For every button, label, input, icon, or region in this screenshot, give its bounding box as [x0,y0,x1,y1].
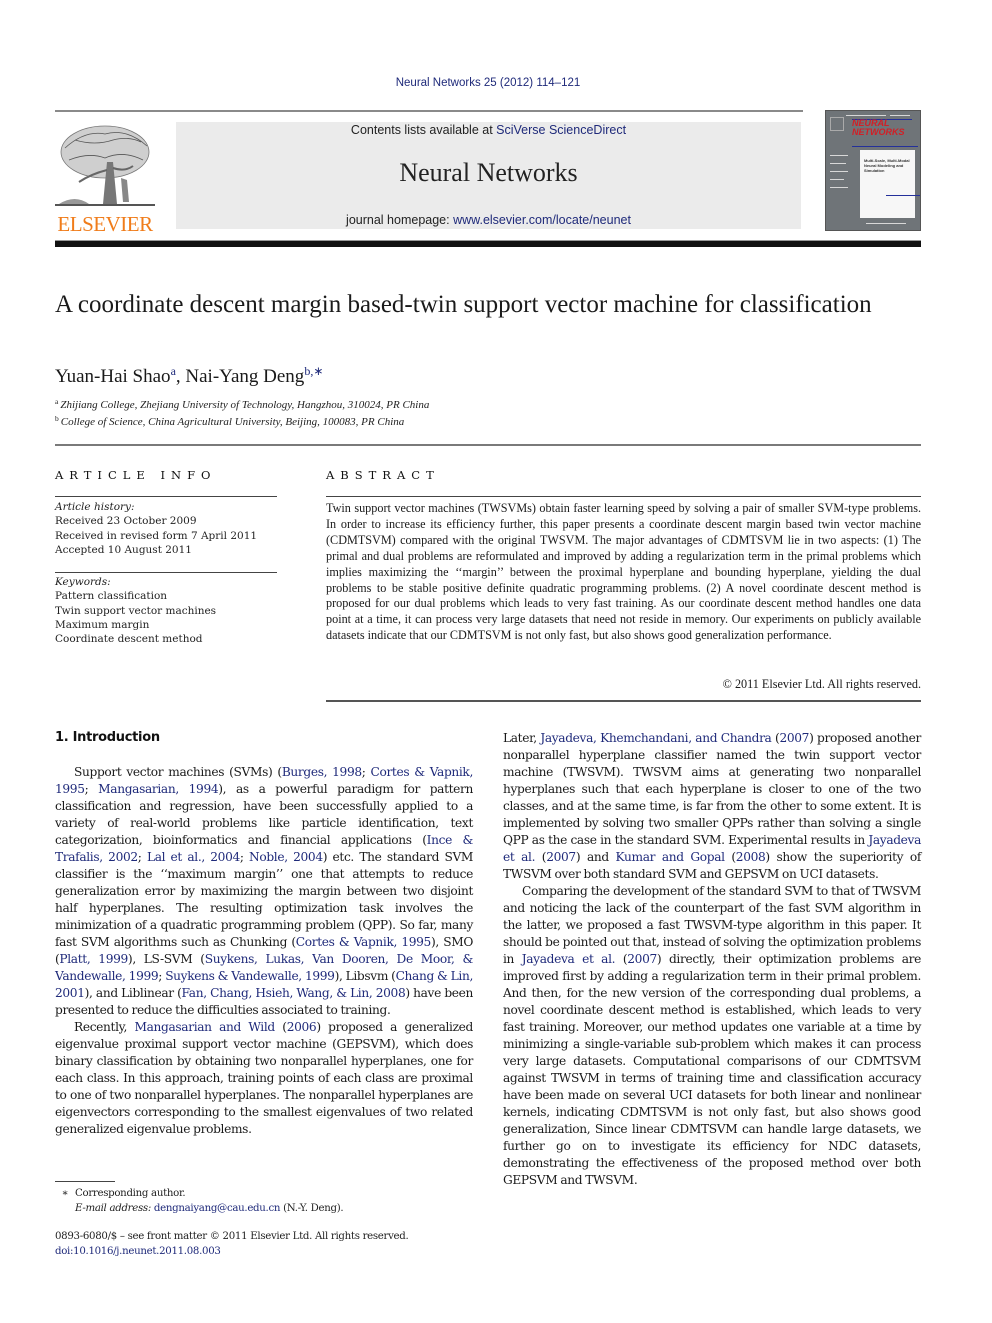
keywords: Keywords: Pattern classification Twin su… [55,575,216,646]
cover-detail [890,115,910,116]
keyword-item: Maximum margin [55,618,150,631]
cover-detail [846,115,886,116]
author-list: Yuan-Hai Shaoa, Nai-Yang Dengb,∗ [55,364,324,387]
article-info-rule [55,572,277,573]
citation-link[interactable]: Burges, 1998 [282,765,362,779]
email-link[interactable]: dengnaiyang@cau.edu.cn [154,1203,281,1214]
cover-detail [830,179,844,180]
citation-link[interactable]: 2006 [287,1020,317,1034]
paragraph: Later, Jayadeva, Khemchandani, and Chand… [503,731,921,881]
citation-link[interactable]: 2008 [736,850,766,864]
cover-detail [830,163,846,164]
right-column: Later, Jayadeva, Khemchandani, and Chand… [503,730,921,1189]
section-heading-introduction: 1. Introduction [55,730,160,745]
citation-link[interactable]: Suykens & Vandewalle, 1999 [165,969,335,983]
cover-detail [830,171,848,172]
citation-link[interactable]: 2007 [546,850,576,864]
header-top-rule [55,110,803,112]
elsevier-wordmark: ELSEVIER [57,212,153,236]
article-history: Article history: Received 23 October 200… [55,500,257,557]
paragraph: Comparing the development of the standar… [503,884,921,1187]
citation-link[interactable]: Mangasarian, 1994 [98,782,218,796]
abstract-bottom-rule [326,700,921,702]
cover-panel-text: Multi-Scale, Multi-Modal Neural Modeling… [864,158,910,173]
history-item: Accepted 10 August 2011 [55,543,192,556]
citation-link[interactable]: Noble, 2004 [249,850,323,864]
elsevier-tree-icon [55,125,155,206]
elsevier-logo: ELSEVIER [55,122,155,236]
author-name: Yuan-Hai Shao [55,366,171,387]
cover-title: NEURAL NETWORKS [852,118,905,137]
article-history-label: Article history: [55,501,135,513]
footnote: ∗ Corresponding author. E-mail address: d… [55,1186,344,1216]
history-item: Received in revised form 7 April 2011 [55,529,258,542]
header-thick-rule [55,240,921,247]
footnote-rule [55,1181,115,1182]
citation-link[interactable]: Jayadeva, Khemchandani, and Chandra [540,731,772,745]
citation-link[interactable]: 2007 [779,731,809,745]
history-item: Received 23 October 2009 [55,515,197,528]
citation-link[interactable]: Jayadeva et al. [522,952,616,966]
author-affiliation-marker[interactable]: b,∗ [304,364,323,378]
citation-link[interactable]: Cortes & Vapnik, 1995 [296,935,432,949]
article-title: A coordinate descent margin based-twin s… [55,291,872,318]
cover-detail [830,155,848,156]
affiliation: b College of Science, China Agricultural … [55,414,405,428]
journal-name: Neural Networks [399,158,578,187]
affiliation: a Zhijiang College, Zhejiang University o… [55,397,430,411]
keyword-item: Pattern classification [55,590,168,603]
abstract-rule [326,496,921,497]
abstract-heading: ABSTRACT [326,468,440,482]
journal-reference-link[interactable]: Neural Networks 25 (2012) 114–121 [0,77,976,89]
doi-link[interactable]: doi:10.1016/j.neunet.2011.08.003 [55,1246,221,1257]
abstract-text: Twin support vector machines (TWSVMs) ob… [326,501,921,643]
citation-link[interactable]: Kumar and Gopal [616,850,726,864]
cover-logo-icon [830,117,844,131]
footnote-marker: ∗ [61,1188,69,1199]
keyword-item: Coordinate descent method [55,633,203,646]
cover-detail [830,187,848,188]
author-name: Nai-Yang Deng [185,366,305,387]
abstract-copyright: © 2011 Elsevier Ltd. All rights reserved… [722,677,921,691]
cover-rule [852,146,918,147]
keyword-item: Twin support vector machines [55,604,217,617]
cover-rule [886,195,920,196]
journal-header-box: Contents lists available at SciVerse Sci… [176,122,801,229]
front-matter-info: 0893-6080/$ – see front matter © 2011 El… [55,1229,409,1259]
citation-link[interactable]: 2007 [627,952,657,966]
article-info-rule [55,496,277,497]
citation-link[interactable]: Platt, 1999 [59,952,128,966]
citation-link[interactable]: Fan, Chang, Hsieh, Wang, & Lin, 2008 [182,986,406,1000]
contents-line: Contents lists available at SciVerse Sci… [350,123,627,137]
sciencedirect-link[interactable]: SciVerse ScienceDirect [496,123,626,137]
paragraph: Support vector machines (SVMs) (Burges, … [55,765,474,1017]
citation-link[interactable]: Mangasarian and Wild [134,1020,275,1034]
citation-link[interactable]: Lal et al., 2004 [147,850,240,864]
paragraph: Recently, Mangasarian and Wild (2006) pr… [55,1020,473,1136]
article-info-heading: ARTICLE INFO [55,468,217,482]
section-divider [55,444,921,446]
keywords-label: Keywords: [55,576,111,588]
journal-homepage-link[interactable]: www.elsevier.com/locate/neunet [453,213,631,227]
cover-detail [866,223,906,224]
issn-line: 0893-6080/$ – see front matter © 2011 El… [55,1231,409,1242]
homepage-line: journal homepage: www.elsevier.com/locat… [346,213,631,227]
journal-cover-thumbnail[interactable]: NEURAL NETWORKS Multi-Scale, Multi-Modal… [825,110,921,231]
left-column: Support vector machines (SVMs) (Burges, … [55,764,473,1138]
